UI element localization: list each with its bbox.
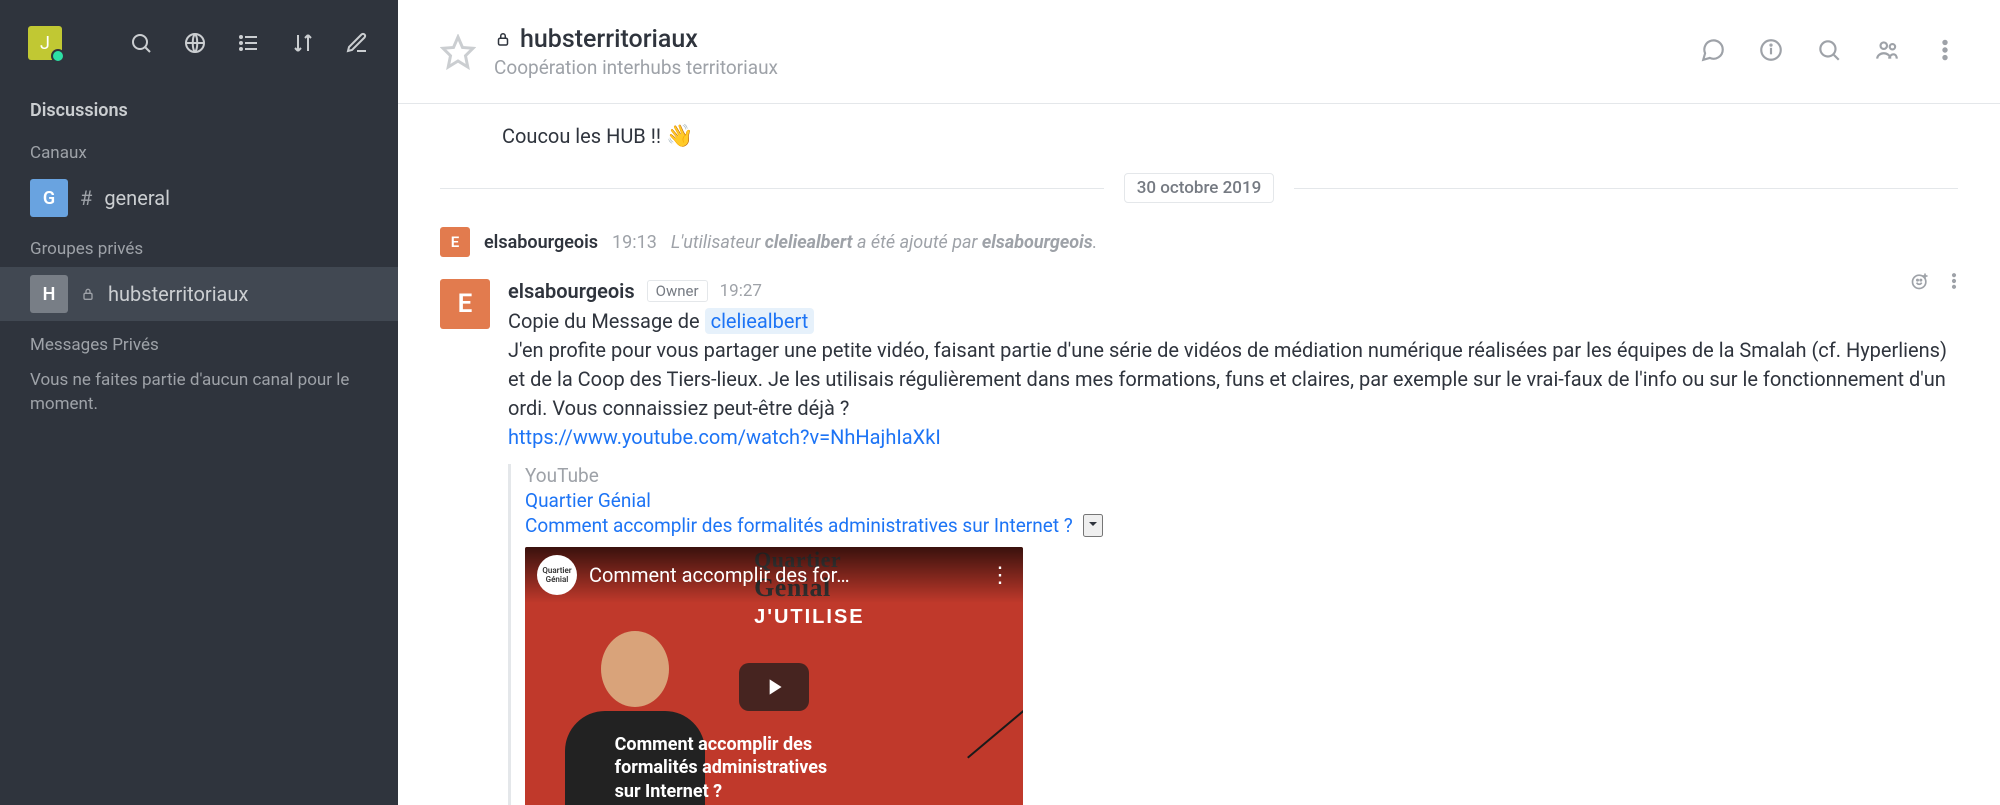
system-author[interactable]: elsabourgeois bbox=[484, 232, 598, 253]
channel-item-general[interactable]: G # general bbox=[0, 171, 398, 225]
video-thumbnail[interactable]: Quartier Génial J'UTILISE Comment accomp… bbox=[525, 547, 1023, 805]
embed-title[interactable]: Comment accomplir des formalités adminis… bbox=[525, 514, 1073, 537]
workspace-logo[interactable]: J bbox=[28, 26, 62, 60]
compose-icon[interactable] bbox=[344, 30, 370, 56]
embed-author[interactable]: Quartier Génial bbox=[525, 489, 1148, 512]
system-message: E elsabourgeois 19:13 L'utilisateur clel… bbox=[440, 219, 1958, 265]
info-icon[interactable] bbox=[1758, 37, 1784, 66]
system-text: L'utilisateur cleliealbert a été ajouté … bbox=[671, 232, 1098, 253]
sort-icon[interactable] bbox=[290, 30, 316, 56]
message-list: Coucou les HUB !! 👋 30 octobre 2019 E el… bbox=[398, 104, 2000, 805]
section-private-title: Groupes privés bbox=[0, 225, 398, 267]
channel-item-hubsterritoriaux[interactable]: H hubsterritoriaux bbox=[0, 267, 398, 321]
section-channels-title: Canaux bbox=[0, 129, 398, 171]
section-discussions-title: Discussions bbox=[0, 86, 398, 129]
search-icon[interactable] bbox=[128, 30, 154, 56]
video-caption: Comment accomplir des formalités adminis… bbox=[615, 733, 828, 803]
channel-name: general bbox=[104, 186, 170, 210]
message-body: Copie du Message de cleliealbert J'en pr… bbox=[508, 307, 1958, 452]
channel-avatar: H bbox=[30, 275, 68, 313]
system-time: 19:13 bbox=[612, 232, 657, 253]
message-author[interactable]: elsabourgeois bbox=[508, 279, 635, 303]
play-button-icon[interactable] bbox=[739, 663, 809, 711]
date-label: 30 octobre 2019 bbox=[1124, 173, 1275, 203]
channel-avatar-icon: Quartier Génial bbox=[537, 555, 577, 595]
empty-dm-text: Vous ne faites partie d'aucun canal pour… bbox=[0, 363, 398, 423]
channel-subtitle: Coopération interhubs territoriaux bbox=[494, 56, 778, 79]
wave-emoji: 👋 bbox=[666, 124, 693, 149]
user-mention[interactable]: cleliealbert bbox=[705, 308, 815, 334]
message-time: 19:27 bbox=[720, 281, 762, 301]
youtube-link[interactable]: https://www.youtube.com/watch?v=NhHajhIa… bbox=[508, 425, 941, 449]
sidebar-header: J bbox=[0, 0, 398, 86]
lock-icon bbox=[494, 30, 512, 48]
channel-name: hubsterritoriaux bbox=[108, 282, 248, 306]
globe-icon[interactable] bbox=[182, 30, 208, 56]
channel-header: hubsterritoriaux Coopération interhubs t… bbox=[398, 0, 2000, 104]
hash-icon: # bbox=[80, 186, 92, 210]
role-badge: Owner bbox=[647, 280, 708, 302]
video-overlay-header: Quartier Génial Comment accomplir des fo… bbox=[525, 547, 1023, 603]
message: E elsabourgeois Owner 19:27 Copie du Mes… bbox=[440, 265, 1958, 805]
sidebar: J Discussions Canaux G # general Groupes… bbox=[0, 0, 398, 805]
channel-title-row: hubsterritoriaux bbox=[494, 25, 778, 54]
message-actions bbox=[1910, 271, 1964, 294]
video-kebab-icon[interactable]: ⋮ bbox=[989, 563, 1011, 588]
channel-title: hubsterritoriaux bbox=[520, 25, 698, 54]
link-embed: YouTube Quartier Génial Comment accompli… bbox=[508, 464, 1148, 805]
avatar[interactable]: E bbox=[440, 279, 490, 329]
kebab-menu-icon[interactable] bbox=[1932, 37, 1958, 66]
main-area: hubsterritoriaux Coopération interhubs t… bbox=[398, 0, 2000, 805]
channel-avatar: G bbox=[30, 179, 68, 217]
message-kebab-icon[interactable] bbox=[1944, 271, 1964, 294]
collapse-caret-icon[interactable] bbox=[1083, 514, 1103, 537]
list-icon[interactable] bbox=[236, 30, 262, 56]
favorite-star-icon[interactable] bbox=[440, 34, 476, 70]
message-text: Coucou les HUB !! 👋 bbox=[440, 116, 1958, 157]
avatar[interactable]: E bbox=[440, 227, 470, 257]
embed-provider: YouTube bbox=[525, 464, 1148, 487]
video-overlay-title: Comment accomplir des for… bbox=[589, 563, 977, 587]
search-icon[interactable] bbox=[1816, 37, 1842, 66]
section-dm-title: Messages Privés bbox=[0, 321, 398, 363]
members-icon[interactable] bbox=[1874, 37, 1900, 66]
date-divider: 30 octobre 2019 bbox=[440, 173, 1958, 203]
add-reaction-icon[interactable] bbox=[1910, 271, 1930, 294]
lock-icon bbox=[80, 286, 96, 302]
threads-icon[interactable] bbox=[1700, 37, 1726, 66]
